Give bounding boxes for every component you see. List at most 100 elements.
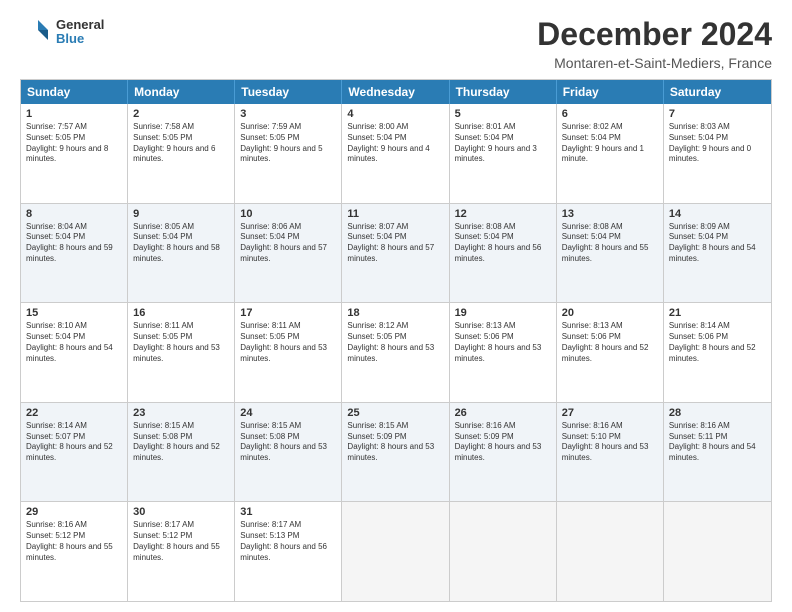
calendar-cell [664, 502, 771, 601]
calendar-cell: 7 Sunrise: 8:03 AMSunset: 5:04 PMDaylight… [664, 104, 771, 203]
calendar-cell: 8 Sunrise: 8:04 AMSunset: 5:04 PMDaylight… [21, 204, 128, 303]
day-number: 13 [562, 208, 658, 220]
day-number: 19 [455, 307, 551, 319]
calendar-week-1: 1 Sunrise: 7:57 AMSunset: 5:05 PMDaylight… [21, 104, 771, 204]
calendar-header: SundayMondayTuesdayWednesdayThursdayFrid… [21, 80, 771, 104]
calendar-cell: 29Sunrise: 8:16 AMSunset: 5:12 PMDayligh… [21, 502, 128, 601]
cell-info: Sunrise: 8:11 AMSunset: 5:05 PMDaylight:… [133, 321, 229, 364]
cell-info: Sunrise: 8:07 AMSunset: 5:04 PMDaylight:… [347, 222, 443, 265]
calendar-cell: 30 Sunrise: 8:17 AMSunset: 5:12 PMDayligh… [128, 502, 235, 601]
cell-info: Sunrise: 8:08 AMSunset: 5:04 PMDaylight:… [562, 222, 658, 265]
calendar: SundayMondayTuesdayWednesdayThursdayFrid… [20, 79, 772, 602]
calendar-cell: 13 Sunrise: 8:08 AMSunset: 5:04 PMDayligh… [557, 204, 664, 303]
calendar-cell: 31 Sunrise: 8:17 AMSunset: 5:13 PMDayligh… [235, 502, 342, 601]
calendar-cell [342, 502, 449, 601]
day-number: 7 [669, 108, 766, 120]
main-title: December 2024 [537, 16, 772, 53]
calendar-week-4: 22 Sunrise: 8:14 AMSunset: 5:07 PMDayligh… [21, 403, 771, 503]
day-number: 17 [240, 307, 336, 319]
logo-line1: General [56, 18, 104, 32]
calendar-cell: 19 Sunrise: 8:13 AMSunset: 5:06 PMDayligh… [450, 303, 557, 402]
cell-info: Sunrise: 8:06 AMSunset: 5:04 PMDaylight:… [240, 222, 336, 265]
day-number: 24 [240, 407, 336, 419]
calendar-cell: 12 Sunrise: 8:08 AMSunset: 5:04 PMDayligh… [450, 204, 557, 303]
day-number: 23 [133, 407, 229, 419]
day-number: 10 [240, 208, 336, 220]
cell-info: Sunrise: 8:17 AMSunset: 5:12 PMDaylight:… [133, 520, 229, 563]
day-number: 2 [133, 108, 229, 120]
calendar-cell: 10 Sunrise: 8:06 AMSunset: 5:04 PMDayligh… [235, 204, 342, 303]
cell-info: Sunrise: 8:16 AMSunset: 5:09 PMDaylight:… [455, 421, 551, 464]
calendar-cell: 11Sunrise: 8:07 AMSunset: 5:04 PMDayligh… [342, 204, 449, 303]
header-day-saturday: Saturday [664, 80, 771, 104]
day-number: 18 [347, 307, 443, 319]
day-number: 8 [26, 208, 122, 220]
cell-info: Sunrise: 8:05 AMSunset: 5:04 PMDaylight:… [133, 222, 229, 265]
logo-text: General Blue [56, 18, 104, 47]
calendar-cell: 20Sunrise: 8:13 AMSunset: 5:06 PMDayligh… [557, 303, 664, 402]
cell-info: Sunrise: 8:13 AMSunset: 5:06 PMDaylight:… [562, 321, 658, 364]
day-number: 15 [26, 307, 122, 319]
calendar-cell: 27Sunrise: 8:16 AMSunset: 5:10 PMDayligh… [557, 403, 664, 502]
day-number: 22 [26, 407, 122, 419]
cell-info: Sunrise: 8:14 AMSunset: 5:07 PMDaylight:… [26, 421, 122, 464]
calendar-cell: 5Sunrise: 8:01 AMSunset: 5:04 PMDaylight… [450, 104, 557, 203]
cell-info: Sunrise: 8:17 AMSunset: 5:13 PMDaylight:… [240, 520, 336, 563]
cell-info: Sunrise: 7:57 AMSunset: 5:05 PMDaylight:… [26, 122, 122, 165]
cell-info: Sunrise: 8:13 AMSunset: 5:06 PMDaylight:… [455, 321, 551, 364]
day-number: 4 [347, 108, 443, 120]
calendar-cell: 14 Sunrise: 8:09 AMSunset: 5:04 PMDayligh… [664, 204, 771, 303]
calendar-cell: 6 Sunrise: 8:02 AMSunset: 5:04 PMDaylight… [557, 104, 664, 203]
day-number: 21 [669, 307, 766, 319]
header-day-sunday: Sunday [21, 80, 128, 104]
cell-info: Sunrise: 8:04 AMSunset: 5:04 PMDaylight:… [26, 222, 122, 265]
day-number: 30 [133, 506, 229, 518]
calendar-cell: 25Sunrise: 8:15 AMSunset: 5:09 PMDayligh… [342, 403, 449, 502]
cell-info: Sunrise: 8:09 AMSunset: 5:04 PMDaylight:… [669, 222, 766, 265]
cell-info: Sunrise: 8:00 AMSunset: 5:04 PMDaylight:… [347, 122, 443, 165]
day-number: 12 [455, 208, 551, 220]
calendar-body: 1 Sunrise: 7:57 AMSunset: 5:05 PMDaylight… [21, 104, 771, 601]
cell-info: Sunrise: 8:15 AMSunset: 5:08 PMDaylight:… [240, 421, 336, 464]
calendar-cell: 17Sunrise: 8:11 AMSunset: 5:05 PMDayligh… [235, 303, 342, 402]
page: General Blue December 2024 Montaren-et-S… [0, 0, 792, 612]
header-day-wednesday: Wednesday [342, 80, 449, 104]
calendar-cell: 18 Sunrise: 8:12 AMSunset: 5:05 PMDayligh… [342, 303, 449, 402]
logo-line2: Blue [56, 32, 104, 46]
day-number: 1 [26, 108, 122, 120]
calendar-week-3: 15 Sunrise: 8:10 AMSunset: 5:04 PMDayligh… [21, 303, 771, 403]
calendar-cell: 26Sunrise: 8:16 AMSunset: 5:09 PMDayligh… [450, 403, 557, 502]
calendar-cell: 1 Sunrise: 7:57 AMSunset: 5:05 PMDaylight… [21, 104, 128, 203]
day-number: 14 [669, 208, 766, 220]
day-number: 6 [562, 108, 658, 120]
title-block: December 2024 Montaren-et-Saint-Mediers,… [537, 16, 772, 71]
header-day-monday: Monday [128, 80, 235, 104]
calendar-cell: 3 Sunrise: 7:59 AMSunset: 5:05 PMDaylight… [235, 104, 342, 203]
calendar-cell: 24 Sunrise: 8:15 AMSunset: 5:08 PMDayligh… [235, 403, 342, 502]
day-number: 16 [133, 307, 229, 319]
header: General Blue December 2024 Montaren-et-S… [20, 16, 772, 71]
calendar-cell: 28Sunrise: 8:16 AMSunset: 5:11 PMDayligh… [664, 403, 771, 502]
cell-info: Sunrise: 8:03 AMSunset: 5:04 PMDaylight:… [669, 122, 766, 165]
cell-info: Sunrise: 8:15 AMSunset: 5:08 PMDaylight:… [133, 421, 229, 464]
cell-info: Sunrise: 7:58 AMSunset: 5:05 PMDaylight:… [133, 122, 229, 165]
calendar-cell: 16 Sunrise: 8:11 AMSunset: 5:05 PMDayligh… [128, 303, 235, 402]
cell-info: Sunrise: 8:15 AMSunset: 5:09 PMDaylight:… [347, 421, 443, 464]
day-number: 5 [455, 108, 551, 120]
cell-info: Sunrise: 8:02 AMSunset: 5:04 PMDaylight:… [562, 122, 658, 165]
logo-icon [20, 16, 52, 48]
subtitle: Montaren-et-Saint-Mediers, France [537, 55, 772, 71]
calendar-cell: 15 Sunrise: 8:10 AMSunset: 5:04 PMDayligh… [21, 303, 128, 402]
calendar-cell [450, 502, 557, 601]
cell-info: Sunrise: 8:16 AMSunset: 5:12 PMDaylight:… [26, 520, 122, 563]
cell-info: Sunrise: 8:08 AMSunset: 5:04 PMDaylight:… [455, 222, 551, 265]
day-number: 31 [240, 506, 336, 518]
cell-info: Sunrise: 8:10 AMSunset: 5:04 PMDaylight:… [26, 321, 122, 364]
cell-info: Sunrise: 7:59 AMSunset: 5:05 PMDaylight:… [240, 122, 336, 165]
calendar-cell: 2 Sunrise: 7:58 AMSunset: 5:05 PMDaylight… [128, 104, 235, 203]
day-number: 9 [133, 208, 229, 220]
header-day-thursday: Thursday [450, 80, 557, 104]
day-number: 3 [240, 108, 336, 120]
cell-info: Sunrise: 8:12 AMSunset: 5:05 PMDaylight:… [347, 321, 443, 364]
day-number: 27 [562, 407, 658, 419]
